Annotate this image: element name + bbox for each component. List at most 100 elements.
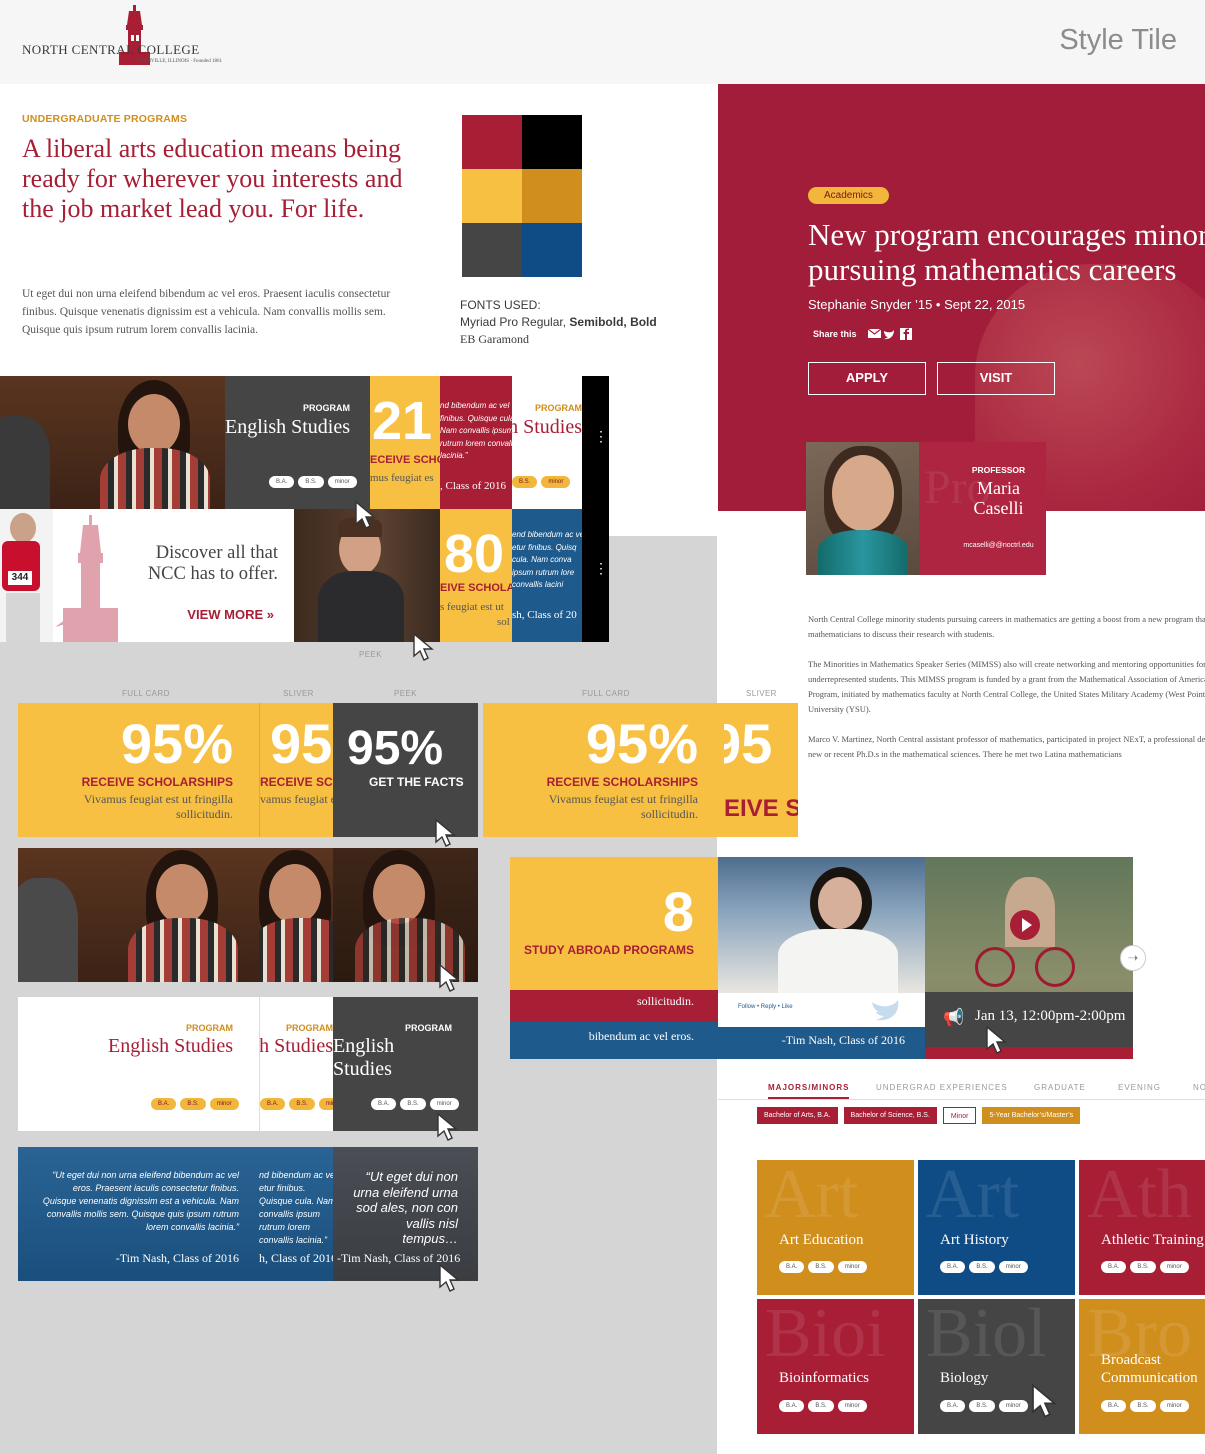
blouse-shape — [818, 530, 908, 575]
professor-card[interactable]: Pro PROFESSOR Maria Caselli mcaselli@@no… — [806, 442, 1046, 575]
quote-card-sliver[interactable]: nd bibendum ac vel etur finibus. Quisque… — [259, 1147, 333, 1281]
major-tile[interactable]: Ath Athletic Training B.A. B.S. minor — [1079, 1160, 1205, 1295]
degree-minor[interactable]: minor — [1159, 1400, 1189, 1412]
photo-card-peek[interactable] — [333, 848, 478, 982]
degree-bs[interactable]: B.S. — [808, 1400, 834, 1412]
quote-card-full[interactable]: “Ut eget dui non urna eleifend bibendum … — [18, 1147, 259, 1281]
program-card-dark[interactable]: PROGRAM English Studies B.A. B.S. minor — [225, 376, 370, 509]
chip-ba[interactable]: Bachelor of Arts, B.A. — [757, 1107, 838, 1124]
fonts-label: FONTS USED: — [460, 298, 541, 312]
major-tile[interactable]: Art Art History B.A. B.S. minor — [918, 1160, 1075, 1295]
stat-card-sliver[interactable]: 95 EIVE SC — [724, 703, 798, 837]
degree-bs[interactable]: B.S. — [1130, 1261, 1156, 1273]
discover-card[interactable]: Discover all that NCC has to offer. VIEW… — [53, 509, 294, 642]
more-icon[interactable]: ⋮ — [594, 561, 608, 580]
tab-evening[interactable]: EVENING — [1118, 1083, 1161, 1092]
get-facts-link[interactable]: GET THE FACTS — [369, 775, 464, 789]
degree-minor[interactable]: minor — [541, 476, 571, 488]
chip-bs[interactable]: Bachelor of Science, B.S. — [843, 1107, 937, 1124]
degree-bs[interactable]: B.S. — [808, 1261, 834, 1273]
program-card-peek[interactable]: PROGRAM English Studies B.A. B.S. minor — [333, 997, 478, 1131]
stacked-text: bibendum ac vel eros. — [588, 1029, 694, 1043]
degree-minor[interactable]: minor — [429, 1098, 459, 1110]
college-logo[interactable]: NORTH CENTRAL COLLEGE NAPERVILLE, ILLINO… — [22, 5, 222, 71]
degree-bs[interactable]: B.S. — [180, 1098, 206, 1110]
degree-bs[interactable]: B.S. — [289, 1098, 315, 1110]
degree-minor[interactable]: minor — [209, 1098, 239, 1110]
carousel-next-button[interactable]: ➝ — [1120, 945, 1146, 971]
runner-photo-card[interactable]: 344 — [0, 509, 53, 642]
quote-card-sliver[interactable]: end bibendum ac vel etur finibus. Quisq … — [512, 509, 582, 642]
degree-ba[interactable]: B.A. — [260, 1098, 286, 1110]
degree-bs[interactable]: B.S. — [400, 1098, 426, 1110]
degree-minor[interactable]: minor — [998, 1400, 1028, 1412]
stat-card-sliver[interactable]: 80 EIVE SCHOLA s feugiat est ut sol — [440, 509, 512, 642]
degree-ba[interactable]: B.A. — [151, 1098, 177, 1110]
degree-minor[interactable]: minor — [318, 1098, 333, 1110]
tab-undergrad[interactable]: UNDERGRAD EXPERIENCES — [876, 1083, 1008, 1092]
visit-button[interactable]: VISIT — [937, 362, 1055, 395]
degree-ba[interactable]: B.A. — [1101, 1261, 1127, 1273]
tab-graduate[interactable]: GRADUATE — [1034, 1083, 1086, 1092]
degree-minor[interactable]: minor — [837, 1261, 867, 1273]
more-icon[interactable]: ⋮ — [594, 429, 608, 448]
degree-ba[interactable]: B.A. — [1101, 1400, 1127, 1412]
degree-minor[interactable]: minor — [327, 476, 357, 488]
degree-ba[interactable]: B.A. — [779, 1261, 805, 1273]
stat-card-stacked[interactable]: sollicitudin. — [510, 990, 718, 1022]
facebook-icon[interactable] — [900, 328, 912, 340]
degree-minor[interactable]: minor — [998, 1261, 1028, 1273]
stat-card-sliver[interactable]: 95 RECEIVE SCHO vamus feugiat e — [259, 703, 333, 837]
mail-icon[interactable] — [868, 328, 882, 338]
program-card-full[interactable]: PROGRAM English Studies B.A. B.S. minor — [18, 997, 259, 1131]
photo-card-full[interactable] — [18, 848, 259, 982]
tab-majors[interactable]: MAJORS/MINORS — [768, 1083, 850, 1099]
tweet-card[interactable]: Follow • Reply • Like -Tim Nash, Class o… — [718, 857, 925, 1059]
degree-minor[interactable]: minor — [837, 1400, 867, 1412]
professor-email[interactable]: mcaselli@@noctrl.edu — [946, 542, 1051, 549]
stat-card-front[interactable]: 8 STUDY ABROAD PROGRAMS — [510, 857, 718, 990]
degree-ba[interactable]: B.A. — [269, 476, 295, 488]
degree-ba[interactable]: B.A. — [940, 1400, 966, 1412]
chip-five-year[interactable]: 5-Year Bachelor’s/Master’s — [982, 1107, 1081, 1124]
event-video-card[interactable]: 📢 Jan 13, 12:00pm-2:00pm — [925, 857, 1133, 1059]
major-tile[interactable]: Art Art Education B.A. B.S. minor — [757, 1160, 914, 1295]
stat-card-full[interactable]: 95% RECEIVE SCHOLARSHIPS Vivamus feugiat… — [18, 703, 259, 837]
degree-bs[interactable]: B.S. — [969, 1261, 995, 1273]
student-photo-card[interactable] — [0, 376, 225, 509]
degree-bs[interactable]: B.S. — [969, 1400, 995, 1412]
degree-ba[interactable]: B.A. — [940, 1261, 966, 1273]
major-tile[interactable]: Bro Broadcast Communication B.A. B.S. mino… — [1079, 1299, 1205, 1434]
degree-bs[interactable]: B.S. — [1130, 1400, 1156, 1412]
degree-ba[interactable]: B.A. — [779, 1400, 805, 1412]
quote-card-peek[interactable]: “Ut eget dui non urna eleifend urna sod … — [333, 1147, 478, 1281]
photo-card-sliver[interactable] — [259, 848, 333, 982]
view-more-link[interactable]: VIEW MORE » — [187, 607, 274, 622]
degree-pills: B.A. B.S. minor — [1101, 1261, 1189, 1273]
program-card-sliver[interactable]: PROGRAM h Studies B.A. B.S. minor — [259, 997, 333, 1131]
chip-minor[interactable]: Minor — [942, 1107, 977, 1124]
apply-button[interactable]: APPLY — [808, 362, 926, 395]
program-card-light[interactable]: PROGRAM h Studies B.S. minor — [512, 376, 582, 509]
play-icon[interactable] — [1010, 910, 1040, 940]
stat-card-full[interactable]: 95% RECEIVE SCHOLARSHIPS Vivamus feugiat… — [483, 703, 724, 837]
degree-minor[interactable]: minor — [1159, 1261, 1189, 1273]
cursor-icon — [1032, 1383, 1057, 1418]
full-card-label: FULL CARD — [582, 689, 630, 698]
quote-card-sliver[interactable]: nd bibendum ac vel finibus. Quisque cula… — [440, 376, 512, 509]
degree-pills: B.A. B.S. minor — [779, 1400, 867, 1412]
stat-text-2: sol — [497, 616, 510, 628]
stat-card-sliver[interactable]: 21 ECEIVE SCHO mus feugiat es — [370, 376, 440, 509]
p2-line2: underrepresented students. This MIMSS pr… — [808, 674, 1205, 684]
major-tile[interactable]: Bioi Bioinformatics B.A. B.S. minor — [757, 1299, 914, 1434]
stat-card-peek[interactable]: 95% GET THE FACTS — [333, 703, 478, 837]
tweet-actions[interactable]: Follow • Reply • Like — [738, 1004, 793, 1010]
tab-more[interactable]: NO — [1193, 1083, 1205, 1092]
tile-watermark: Bioi — [765, 1299, 886, 1372]
category-tag[interactable]: Academics — [808, 187, 889, 204]
degree-ba[interactable]: B.A. — [371, 1098, 397, 1110]
degree-bs[interactable]: B.S. — [298, 476, 324, 488]
degree-bs[interactable]: B.S. — [512, 476, 538, 488]
tweet-attribution: -Tim Nash, Class of 2016 — [781, 1033, 905, 1047]
twitter-icon[interactable] — [884, 330, 894, 340]
